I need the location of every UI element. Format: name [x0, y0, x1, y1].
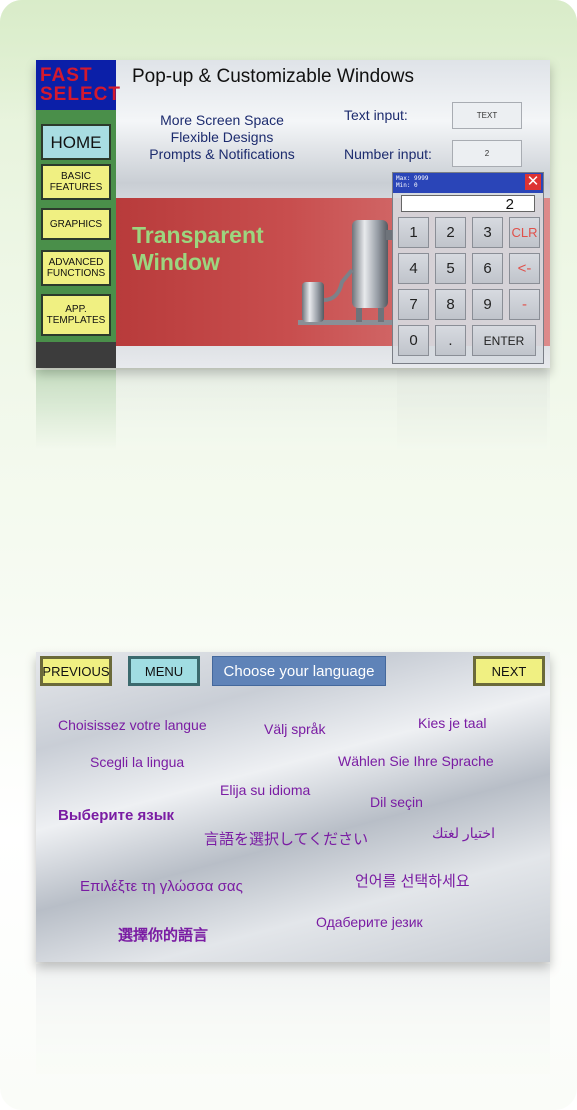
language-option-russian[interactable]: Выберите язык: [58, 807, 174, 824]
language-option-japanese[interactable]: 言語を選択してください: [204, 828, 368, 849]
transparent-window-title: Transparent Window: [132, 222, 264, 276]
key-1[interactable]: 1: [398, 217, 429, 248]
language-option-dutch[interactable]: Kies je taal: [418, 715, 486, 731]
sidebar-item-graphics[interactable]: GRAPHICS: [41, 208, 111, 240]
sidebar: FAST SELECT HOME BASIC FEATURES GRAPHICS…: [36, 60, 121, 368]
key-enter[interactable]: ENTER: [472, 325, 536, 356]
sidebar-item-home[interactable]: HOME: [41, 124, 111, 160]
menu-button[interactable]: MENU: [128, 656, 200, 686]
keypad-min: Min: 0: [396, 182, 418, 189]
sidebar-item-basic-features[interactable]: BASIC FEATURES: [41, 164, 111, 200]
key-9[interactable]: 9: [472, 289, 503, 320]
language-option-swedish[interactable]: Välj språk: [264, 721, 325, 737]
language-option-greek[interactable]: Επιλέξτε τη γλώσσα σας: [80, 878, 243, 895]
page-title: Pop-up & Customizable Windows: [132, 66, 414, 87]
language-option-german[interactable]: Wählen Sie Ihre Sprache: [338, 753, 494, 769]
brand-line-1: FAST: [40, 65, 93, 86]
text-input-field[interactable]: TEXT: [452, 102, 522, 129]
numeric-keypad-popup: Max: 9999 Min: 0 ✕ 2 1 2 3 CLR 4 5 6 <- …: [392, 172, 544, 364]
next-button[interactable]: NEXT: [473, 656, 545, 686]
language-option-arabic[interactable]: اختيار لغتك: [432, 825, 495, 842]
transparent-title-line-1: Transparent: [132, 222, 264, 248]
key-5[interactable]: 5: [435, 253, 466, 284]
language-title: Choose your language: [212, 656, 386, 686]
key-8[interactable]: 8: [435, 289, 466, 320]
brand-logo: FAST SELECT: [36, 60, 121, 110]
language-option-turkish[interactable]: Dil seçin: [370, 794, 423, 810]
keypad-header: Max: 9999 Min: 0 ✕: [393, 173, 543, 193]
language-option-korean[interactable]: 언어를 선택하세요: [355, 870, 470, 891]
text-input-label: Text input:: [344, 107, 408, 123]
key-backspace[interactable]: <-: [509, 253, 540, 284]
popup-windows-screen: FAST SELECT HOME BASIC FEATURES GRAPHICS…: [36, 60, 550, 368]
language-option-italian[interactable]: Scegli la lingua: [90, 754, 184, 770]
number-input-label: Number input:: [344, 146, 432, 162]
language-selection-screen: PREVIOUS MENU Choose your language NEXT …: [36, 652, 550, 962]
number-input-field[interactable]: 2: [452, 140, 522, 167]
feature-list: More Screen Space Flexible Designs Promp…: [132, 112, 312, 163]
key-3[interactable]: 3: [472, 217, 503, 248]
key-clear[interactable]: CLR: [509, 217, 540, 248]
language-option-spanish[interactable]: Elija su idioma: [220, 782, 310, 798]
keypad-display: 2: [401, 195, 535, 213]
language-option-chinese[interactable]: 選擇你的語言: [118, 924, 208, 945]
keypad-max: Max: 9999: [396, 175, 429, 182]
close-icon[interactable]: ✕: [525, 174, 541, 190]
sidebar-item-advanced-functions[interactable]: ADVANCED FUNCTIONS: [41, 250, 111, 286]
previous-button[interactable]: PREVIOUS: [40, 656, 112, 686]
transparent-title-line-2: Window: [132, 249, 220, 275]
key-7[interactable]: 7: [398, 289, 429, 320]
feature-item: Prompts & Notifications: [149, 146, 295, 162]
key-minus[interactable]: -: [509, 289, 540, 320]
sidebar-footer: [36, 342, 116, 368]
sidebar-item-app-templates[interactable]: APP. TEMPLATES: [41, 294, 111, 336]
screen-reflection-2: [36, 964, 550, 1074]
key-0[interactable]: 0: [398, 325, 429, 356]
screen-reflection-1: [36, 370, 550, 450]
feature-item: Flexible Designs: [170, 129, 274, 145]
key-4[interactable]: 4: [398, 253, 429, 284]
language-option-serbian[interactable]: Одаберите језик: [316, 914, 423, 930]
feature-item: More Screen Space: [160, 112, 284, 128]
language-option-french[interactable]: Choisissez votre langue: [58, 717, 207, 733]
key-6[interactable]: 6: [472, 253, 503, 284]
key-decimal[interactable]: .: [435, 325, 466, 356]
keypad-range: Max: 9999 Min: 0: [396, 175, 429, 189]
brand-line-2: SELECT: [40, 84, 121, 105]
key-2[interactable]: 2: [435, 217, 466, 248]
